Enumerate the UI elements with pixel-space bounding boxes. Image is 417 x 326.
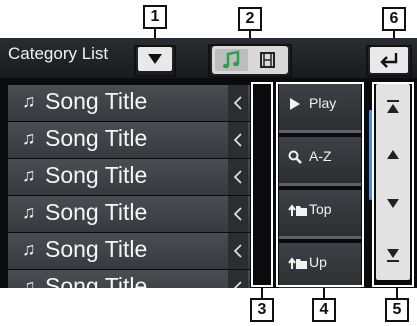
music-note-icon: ♫ bbox=[22, 276, 36, 288]
music-note-icon: ♫ bbox=[22, 91, 36, 111]
item-info-button[interactable] bbox=[228, 85, 248, 121]
song-list: ♫ Song Title ♫ Song Title ♫ Song Title ♫… bbox=[8, 85, 250, 288]
annotation-bracket-6 bbox=[366, 45, 412, 77]
list-item[interactable]: ♫ Song Title bbox=[8, 122, 250, 158]
music-note-icon: ♫ bbox=[22, 128, 36, 148]
callout-5: 5 bbox=[385, 298, 409, 322]
list-item[interactable]: ♫ Song Title bbox=[8, 196, 250, 232]
item-info-button[interactable] bbox=[228, 233, 248, 269]
annotation-bracket-5 bbox=[372, 82, 414, 287]
song-title: Song Title bbox=[45, 162, 148, 188]
callout-3: 3 bbox=[250, 298, 274, 322]
callout-4: 4 bbox=[312, 298, 336, 322]
item-info-button[interactable] bbox=[228, 270, 248, 288]
chevron-left-icon bbox=[234, 281, 242, 288]
item-info-button[interactable] bbox=[228, 196, 248, 232]
chevron-left-icon bbox=[234, 244, 242, 258]
music-note-icon: ♫ bbox=[22, 165, 36, 185]
chevron-left-icon bbox=[234, 96, 242, 110]
list-item[interactable]: ♫ Song Title bbox=[8, 270, 250, 288]
chevron-left-icon bbox=[234, 170, 242, 184]
list-item[interactable]: ♫ Song Title bbox=[8, 159, 250, 195]
music-note-icon: ♫ bbox=[22, 239, 36, 259]
chevron-left-icon bbox=[234, 133, 242, 147]
annotation-bracket-2 bbox=[208, 44, 292, 78]
list-item[interactable]: ♫ Song Title bbox=[8, 85, 250, 121]
callout-6: 6 bbox=[382, 7, 406, 31]
callout-1: 1 bbox=[143, 5, 167, 29]
page-title: Category List bbox=[8, 44, 109, 63]
chevron-left-icon bbox=[234, 207, 242, 221]
annotation-bracket-1 bbox=[134, 45, 176, 77]
song-title: Song Title bbox=[45, 236, 148, 262]
list-item[interactable]: ♫ Song Title bbox=[8, 233, 250, 269]
item-info-button[interactable] bbox=[228, 159, 248, 195]
music-note-icon: ♫ bbox=[22, 202, 36, 222]
song-title: Song Title bbox=[45, 88, 148, 114]
annotation-bracket-4 bbox=[276, 82, 364, 287]
song-title: Song Title bbox=[45, 199, 148, 225]
song-title: Song Title bbox=[45, 273, 148, 288]
annotation-bracket-3 bbox=[251, 82, 273, 287]
item-info-button[interactable] bbox=[228, 122, 248, 158]
callout-2: 2 bbox=[238, 7, 262, 31]
song-title: Song Title bbox=[45, 125, 148, 151]
